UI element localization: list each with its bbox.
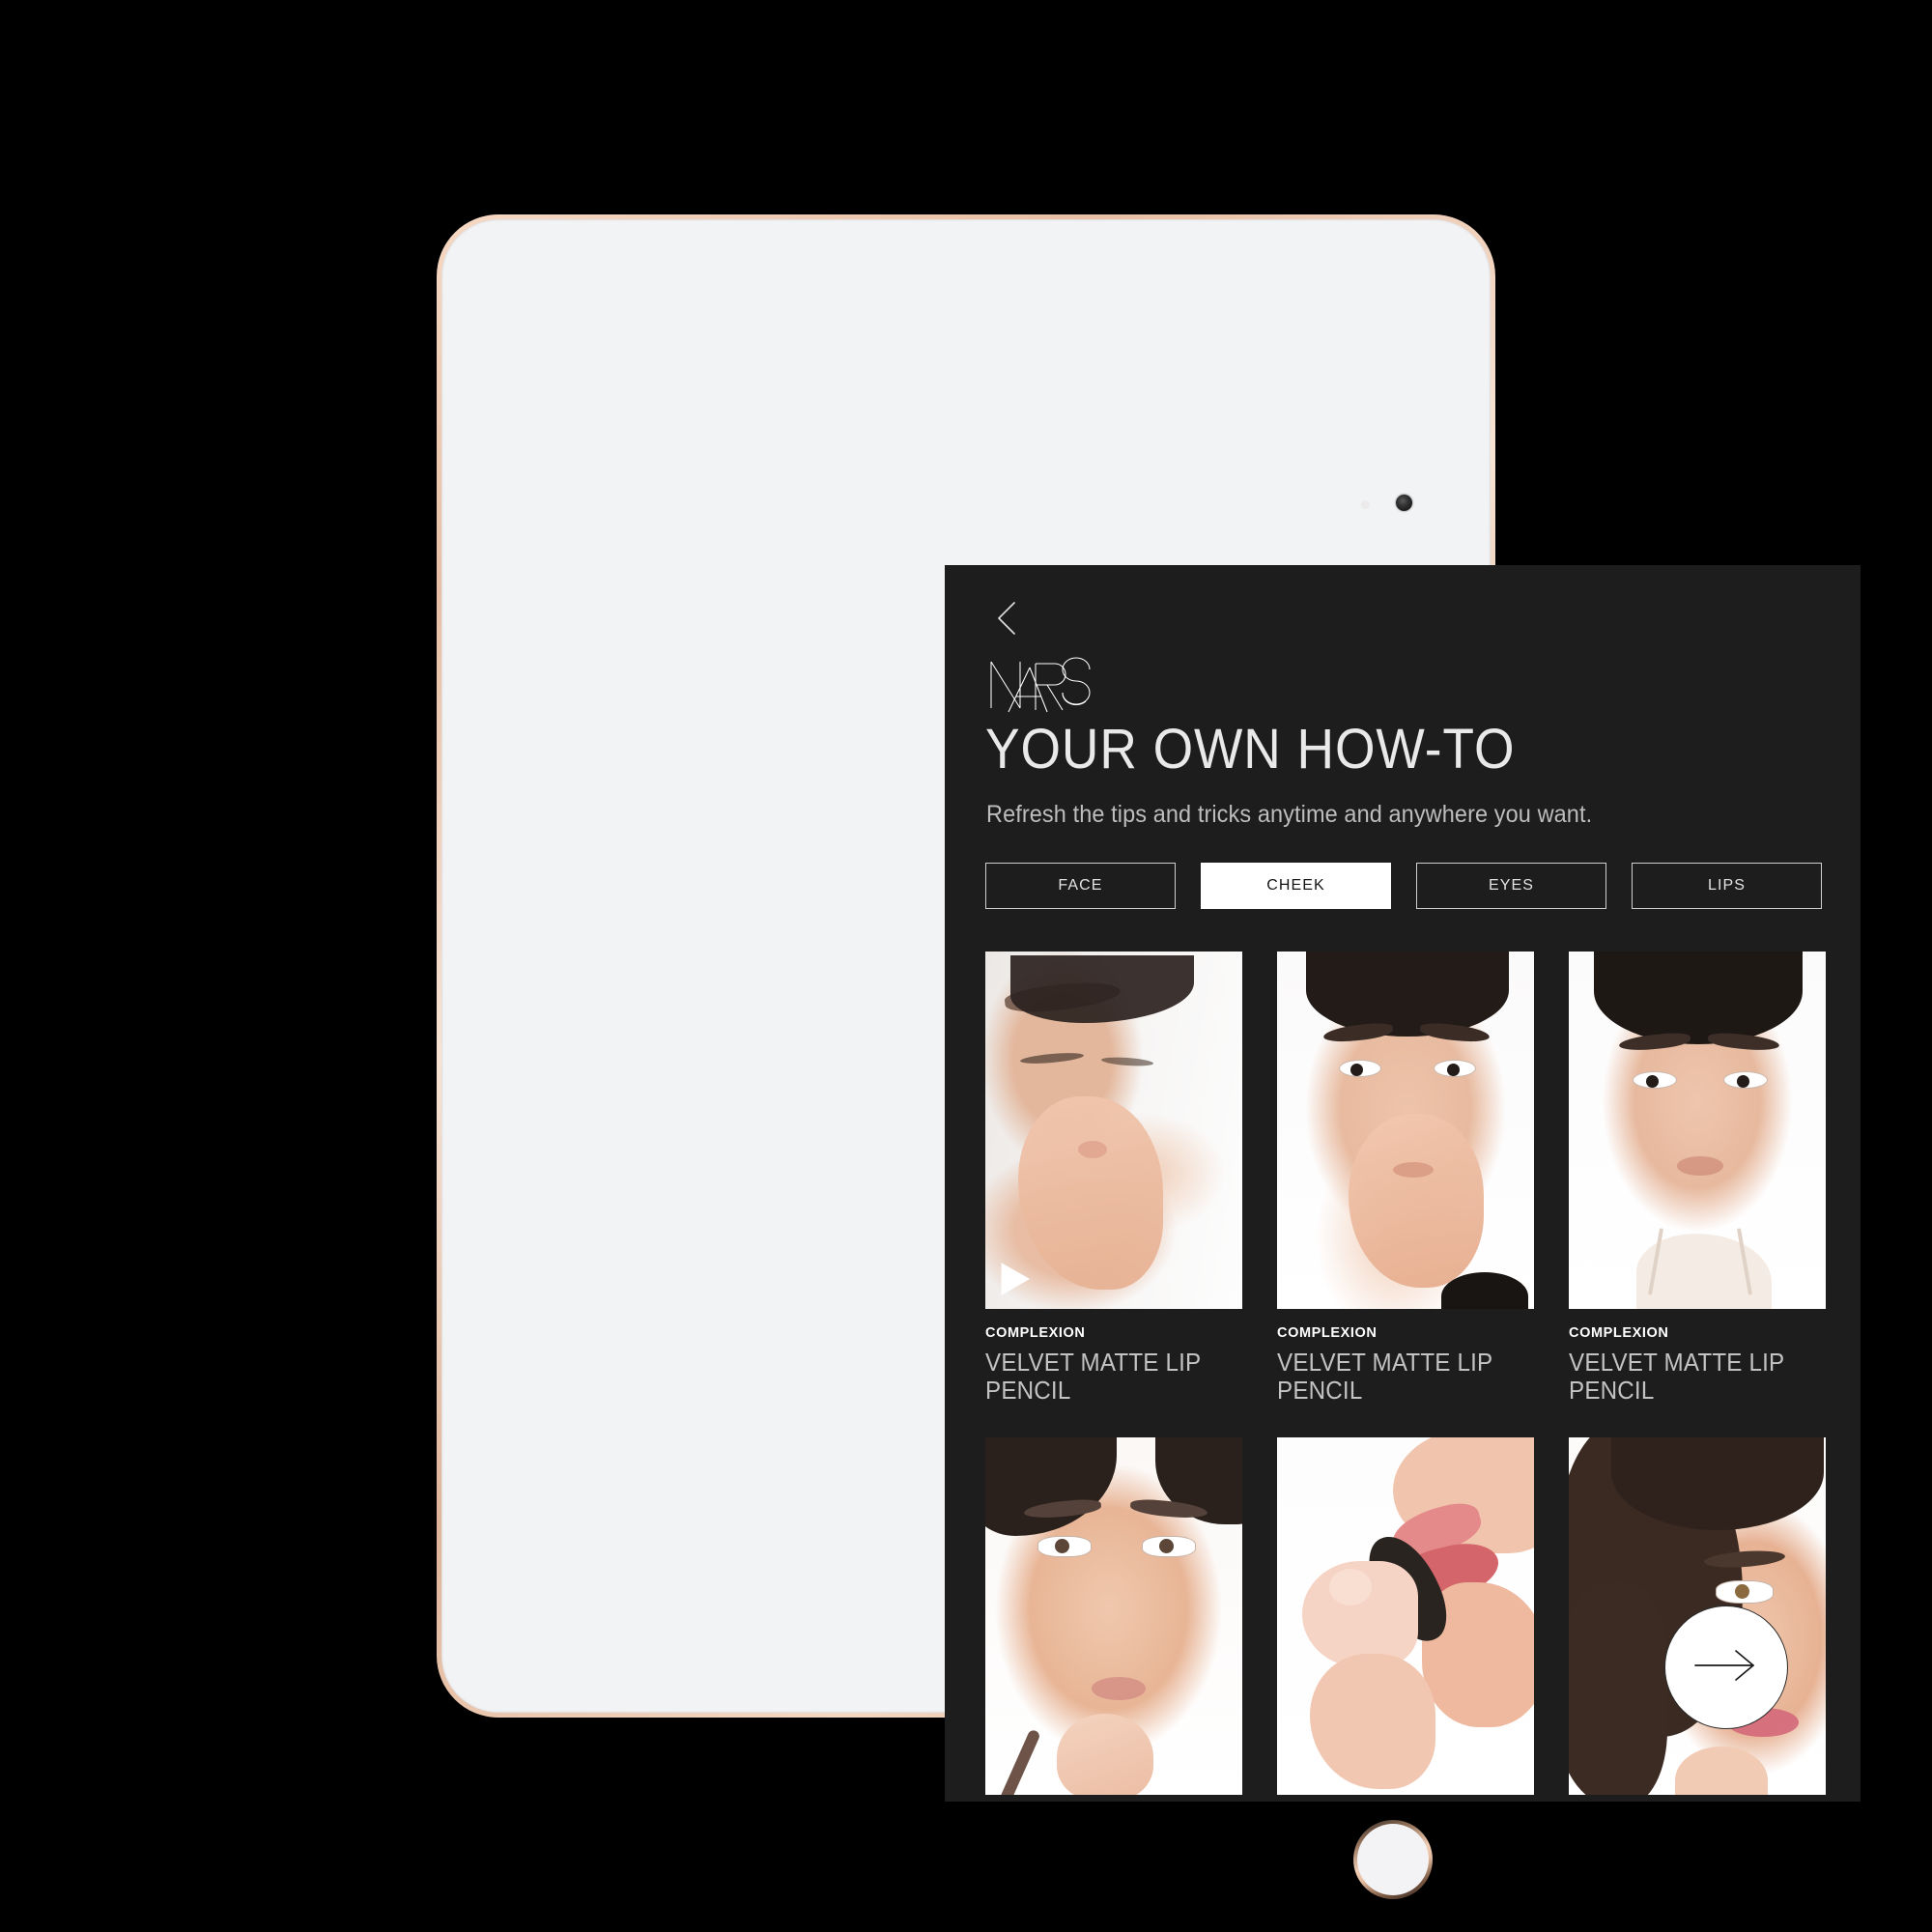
- nars-logo: [987, 654, 1161, 714]
- tutorial-card[interactable]: COMPLEXION VELVET MATTE LIP PENCIL: [1277, 952, 1534, 1405]
- tab-lips[interactable]: LIPS: [1632, 863, 1822, 909]
- ambient-light-sensor: [1361, 500, 1370, 509]
- card-eyebrow: COMPLEXION: [1277, 1325, 1378, 1341]
- tab-eyes[interactable]: EYES: [1416, 863, 1606, 909]
- page-subtitle: Refresh the tips and tricks anytime and …: [986, 801, 1593, 828]
- tutorial-card[interactable]: [985, 1437, 1242, 1795]
- thumbnail-image: [985, 1437, 1242, 1795]
- play-icon[interactable]: [1291, 1261, 1323, 1297]
- tutorial-thumbnail[interactable]: [1277, 952, 1534, 1309]
- tutorial-thumbnail[interactable]: [1569, 952, 1826, 1309]
- tutorial-card[interactable]: COMPLEXION VELVET MATTE LIP PENCIL: [1569, 952, 1826, 1405]
- tutorial-meta: COMPLEXION VELVET MATTE LIP PENCIL: [1569, 1309, 1826, 1405]
- next-page-button[interactable]: [1664, 1605, 1788, 1729]
- tutorial-thumbnail[interactable]: [985, 1437, 1242, 1795]
- tutorial-thumbnail[interactable]: [985, 952, 1242, 1309]
- thumbnail-image: [1277, 952, 1534, 1309]
- tutorial-meta: COMPLEXION VELVET MATTE LIP PENCIL: [985, 1309, 1242, 1405]
- card-eyebrow: COMPLEXION: [1569, 1325, 1669, 1341]
- thumbnail-image: [1277, 1437, 1534, 1795]
- thumbnail-image: [1569, 952, 1826, 1309]
- back-chevron-icon[interactable]: [991, 599, 1024, 638]
- arrow-right-icon: [1691, 1647, 1761, 1689]
- play-icon[interactable]: [999, 1261, 1032, 1297]
- card-eyebrow: COMPLEXION: [985, 1325, 1086, 1341]
- front-camera: [1396, 495, 1412, 511]
- tab-face[interactable]: FACE: [985, 863, 1176, 909]
- tutorial-card[interactable]: [1277, 1437, 1534, 1795]
- tab-cheek[interactable]: CHEEK: [1201, 863, 1391, 909]
- tutorial-card[interactable]: COMPLEXION VELVET MATTE LIP PENCIL: [985, 952, 1242, 1405]
- thumbnail-image: [985, 952, 1242, 1309]
- screenshot-stage: YOUR OWN HOW-TO Refresh the tips and tri…: [0, 0, 1932, 1932]
- category-tabs: FACE CHEEK EYES LIPS: [985, 863, 1822, 909]
- tutorial-thumbnail[interactable]: [1277, 1437, 1534, 1795]
- page-title: YOUR OWN HOW-TO: [985, 718, 1516, 781]
- card-product-name: VELVET MATTE LIP PENCIL: [1569, 1348, 1784, 1405]
- tutorial-meta: COMPLEXION VELVET MATTE LIP PENCIL: [1277, 1309, 1534, 1405]
- play-icon[interactable]: [1582, 1261, 1615, 1297]
- card-product-name: VELVET MATTE LIP PENCIL: [1277, 1348, 1492, 1405]
- card-product-name: VELVET MATTE LIP PENCIL: [985, 1348, 1201, 1405]
- home-button[interactable]: [1353, 1820, 1433, 1899]
- tablet-device: YOUR OWN HOW-TO Refresh the tips and tri…: [437, 214, 1861, 1895]
- app-screen: YOUR OWN HOW-TO Refresh the tips and tri…: [945, 565, 1861, 1802]
